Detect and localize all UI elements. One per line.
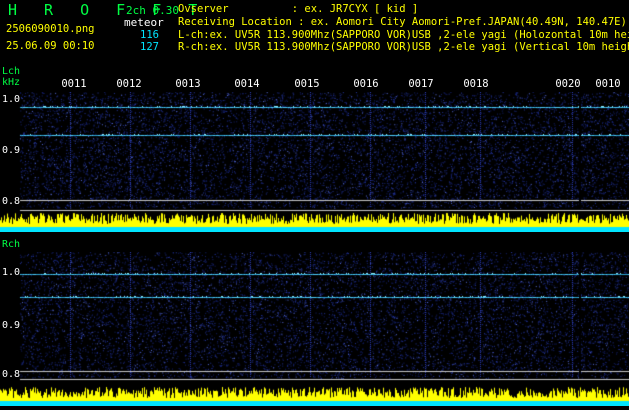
rch-ytick: 1.0 xyxy=(2,267,21,278)
rch-meteor-count: 127 xyxy=(140,41,159,53)
lch-unit: kHz xyxy=(2,77,21,88)
rch-ytick: 0.9 xyxy=(2,320,21,331)
lch-ytick: 1.0 xyxy=(2,94,21,105)
time-tick: 0010 xyxy=(595,78,621,90)
time-tick: 0016 xyxy=(353,78,379,90)
location-line: Receiving Location : ex. Aomori City Aom… xyxy=(178,16,627,28)
rch-label: Rch xyxy=(2,239,21,250)
time-tick: 0013 xyxy=(175,78,201,90)
observer-line: Ovserver : ex. JR7CYX [ kid ] xyxy=(178,3,419,15)
time-tick: 0014 xyxy=(234,78,260,90)
channel-version: 2ch 0.30 xyxy=(126,4,179,17)
meteor-label: meteor xyxy=(124,16,164,29)
time-tick: 0018 xyxy=(463,78,489,90)
date-time: 25.06.09 00:10 xyxy=(6,40,95,52)
rch-info-line: R-ch:ex. UV5R 113.900Mhz(SAPPORO VOR)USB… xyxy=(178,41,629,53)
time-tick: 0011 xyxy=(61,78,87,90)
lch-ytick: 0.8 xyxy=(2,196,21,207)
time-tick: 0015 xyxy=(294,78,320,90)
lch-label: Lch xyxy=(2,66,21,77)
time-tick: 0017 xyxy=(408,78,434,90)
lch-meteor-count: 116 xyxy=(140,29,159,41)
rch-spectrogram: 1.0 0.9 0.8 xyxy=(0,252,629,406)
lch-info-line: L-ch:ex. UV5R 113.900Mhz(SAPPORO VOR)USB… xyxy=(178,29,629,41)
lch-spectrogram: 1.0 0.9 0.8 xyxy=(0,92,629,232)
file-name: 2506090010.png xyxy=(6,23,95,35)
time-tick: 0020 xyxy=(555,78,581,90)
time-tick: 0012 xyxy=(116,78,142,90)
lch-ytick: 0.9 xyxy=(2,145,21,156)
rch-ytick: 0.8 xyxy=(2,369,21,380)
